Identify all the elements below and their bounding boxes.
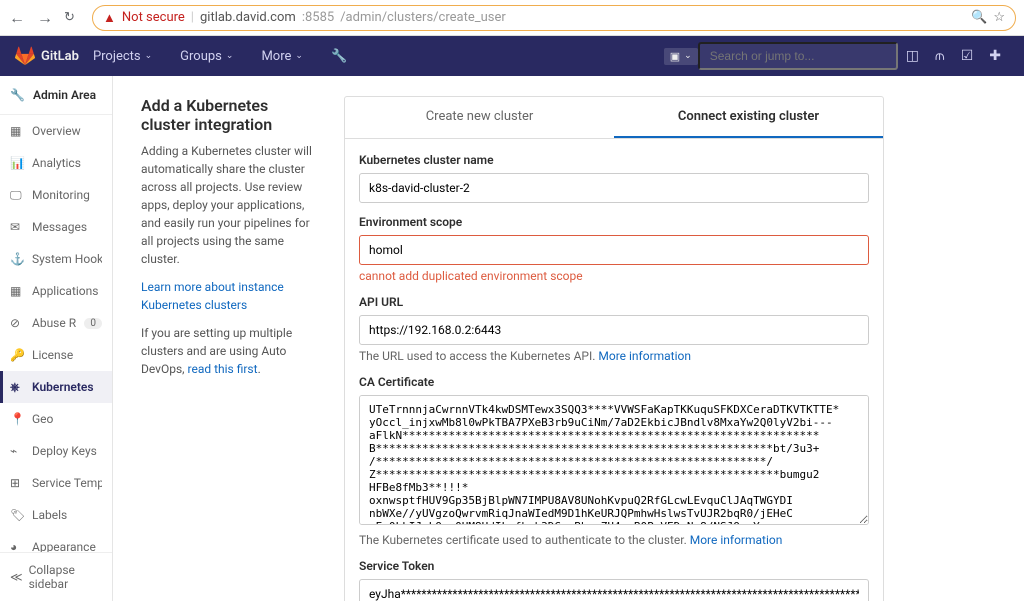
env-scope-error: cannot add duplicated environment scope (359, 269, 869, 283)
kubernetes-icon: ⎈ (10, 380, 24, 394)
admin-area-header[interactable]: 🔧 Admin Area (0, 76, 112, 115)
plus-icon[interactable]: ✚ (981, 48, 1009, 64)
gitlab-logo[interactable]: GitLab (15, 46, 79, 66)
issues-icon[interactable]: ◫ (898, 48, 927, 64)
top-nav: GitLab Projects⌄ Groups⌄ More⌄ 🔧 ▣ ⌄ ◫ ⫙… (0, 36, 1024, 76)
hook-icon: ⚓ (10, 252, 24, 266)
gitlab-icon (15, 46, 35, 66)
nav-groups[interactable]: Groups⌄ (166, 49, 247, 64)
page-title: Add a Kubernetes cluster integration (141, 96, 316, 134)
collapse-icon: ≪ (10, 570, 23, 584)
sidebar-item-applications[interactable]: ▦Applications (0, 275, 112, 307)
ca-cert-label: CA Certificate (359, 375, 869, 389)
token-label: Service Token (359, 559, 869, 573)
sidebar-item-monitoring[interactable]: 🖵Monitoring (0, 179, 112, 211)
token-input[interactable] (359, 579, 869, 601)
back-icon[interactable]: ← (8, 8, 26, 28)
sidebar-item-abuse[interactable]: ⊘Abuse Reports0 (0, 307, 112, 339)
sidebar-item-hooks[interactable]: ⚓System Hooks (0, 243, 112, 275)
templates-icon: ⊞ (10, 476, 24, 490)
sidebar-item-analytics[interactable]: 📊Analytics (0, 147, 112, 179)
deploy-icon: ⌁ (10, 444, 24, 458)
abuse-icon: ⊘ (10, 316, 24, 330)
sidebar-item-deploy[interactable]: ⌁Deploy Keys (0, 435, 112, 467)
sidebar-item-overview[interactable]: ▦Overview (0, 115, 112, 147)
cluster-tabs: Create new cluster Connect existing clus… (344, 96, 884, 139)
api-url-input[interactable] (359, 315, 869, 345)
sidebar-item-kubernetes[interactable]: ⎈Kubernetes (0, 371, 112, 403)
sidebar-item-labels[interactable]: 🏷Labels (0, 499, 112, 531)
ca-more-info-link[interactable]: More information (690, 533, 783, 547)
url-host: gitlab.david.com (200, 10, 296, 25)
env-scope-label: Environment scope (359, 215, 869, 229)
appearance-icon: ◕ (10, 540, 24, 552)
forward-icon[interactable]: → (36, 8, 54, 28)
tab-connect[interactable]: Connect existing cluster (614, 97, 883, 138)
tab-create[interactable]: Create new cluster (345, 97, 614, 138)
reload-icon[interactable]: ↻ (64, 10, 82, 25)
intro-column: Add a Kubernetes cluster integration Add… (141, 96, 316, 581)
sidebar-item-templates[interactable]: ⊞Service Templates (0, 467, 112, 499)
api-url-label: API URL (359, 295, 869, 309)
nav-more[interactable]: More⌄ (247, 49, 317, 64)
sidebar-item-appearance[interactable]: ◕Appearance (0, 531, 112, 552)
nav-projects[interactable]: Projects⌄ (79, 49, 166, 64)
cluster-form: Kubernetes cluster name Environment scop… (344, 139, 884, 601)
sidebar-item-license[interactable]: 🔑License (0, 339, 112, 371)
mr-icon[interactable]: ⫙ (927, 48, 953, 64)
not-secure-label: Not secure (122, 10, 185, 25)
analytics-icon: 📊 (10, 156, 24, 170)
sidebar: 🔧 Admin Area ▦Overview 📊Analytics 🖵Monit… (0, 76, 113, 601)
browser-bar: ← → ↻ ▲ Not secure | gitlab.david.com:85… (0, 0, 1024, 36)
collapse-sidebar[interactable]: ≪Collapse sidebar (0, 552, 112, 601)
page-desc: Adding a Kubernetes cluster will automat… (141, 142, 316, 268)
wrench-icon[interactable]: 🔧 (317, 49, 361, 64)
labels-icon: 🏷 (10, 508, 24, 522)
learn-more-link[interactable]: Learn more about instance Kubernetes clu… (141, 280, 284, 312)
address-bar[interactable]: ▲ Not secure | gitlab.david.com:8585/adm… (92, 5, 1016, 31)
env-scope-input[interactable] (359, 235, 869, 265)
key-icon: 🔑 (10, 348, 24, 362)
apps-icon: ▦ (10, 284, 24, 298)
search-input[interactable] (698, 42, 898, 70)
geo-icon: 📍 (10, 412, 24, 426)
wrench-icon: 🔧 (10, 88, 25, 102)
cluster-name-label: Kubernetes cluster name (359, 153, 869, 167)
sidebar-item-messages[interactable]: ✉Messages (0, 211, 112, 243)
cluster-name-input[interactable] (359, 173, 869, 203)
sidebar-item-geo[interactable]: 📍Geo (0, 403, 112, 435)
star-icon[interactable]: ☆ (993, 10, 1005, 25)
search-icon[interactable]: 🔍 (971, 10, 987, 25)
api-more-info-link[interactable]: More information (598, 349, 691, 363)
todo-icon[interactable]: ☑ (953, 48, 982, 64)
monitor-icon: 🖵 (10, 188, 24, 202)
shortcut-badge[interactable]: ▣ ⌄ (664, 48, 698, 65)
messages-icon: ✉ (10, 220, 24, 234)
warn-icon: ▲ (103, 10, 116, 26)
read-first-link[interactable]: read this first (188, 362, 258, 376)
overview-icon: ▦ (10, 124, 24, 138)
ca-cert-textarea[interactable] (359, 395, 869, 525)
